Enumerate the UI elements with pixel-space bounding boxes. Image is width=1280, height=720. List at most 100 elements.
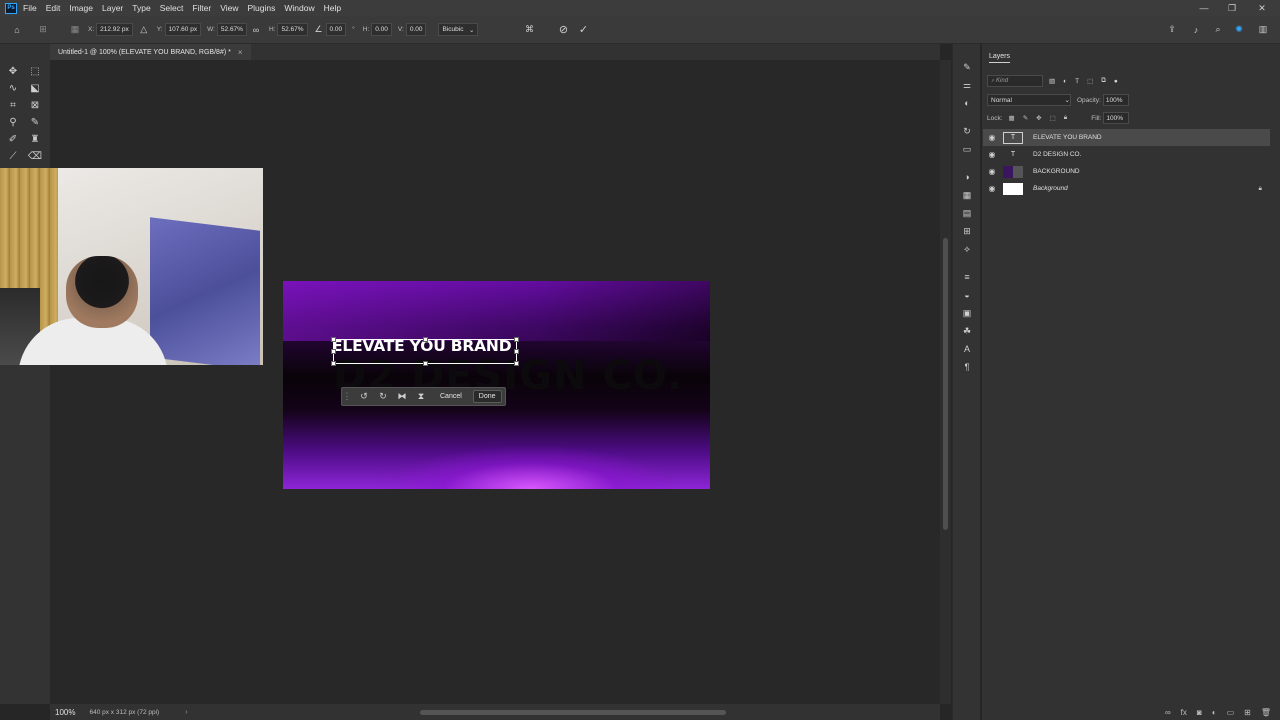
filter-pixel-icon[interactable]: ▧ (1049, 77, 1055, 85)
hskew-field[interactable]: 0.00 (371, 23, 392, 36)
color-panel-icon[interactable]: ◑ (960, 170, 974, 184)
rotate-left-icon[interactable]: ↺ (356, 389, 372, 405)
layer-row-elevate[interactable]: ◉ T ELEVATE YOU BRAND (983, 129, 1270, 146)
blend-mode-select[interactable]: Normal ⌄ (987, 94, 1071, 106)
new-group-icon[interactable]: ▭ (1227, 708, 1235, 717)
menu-help[interactable]: Help (324, 3, 341, 13)
restore-button[interactable]: ❐ (1218, 0, 1246, 16)
transform-handle[interactable] (331, 349, 336, 354)
eye-icon[interactable]: ◉ (983, 184, 1001, 193)
fill-field[interactable]: 100% (1103, 112, 1130, 124)
stamp-tool-icon[interactable]: ♜ (27, 131, 43, 147)
paragraph-icon[interactable]: ¶ (960, 360, 974, 374)
filter-toggle-icon[interactable]: ● (1114, 78, 1118, 85)
layer-name[interactable]: D2 DESIGN CO. (1033, 151, 1081, 158)
menu-select[interactable]: Select (160, 3, 184, 13)
h-field[interactable]: 52.67% (277, 23, 308, 36)
transform-handle[interactable] (514, 361, 519, 366)
delta-icon[interactable]: △ (137, 23, 151, 37)
interpolation-select[interactable]: Bicubic ⌄ (438, 23, 479, 36)
new-layer-icon[interactable]: ⊞ (1244, 708, 1251, 717)
libraries-icon[interactable]: ▣ (960, 306, 974, 320)
vskew-field[interactable]: 0.00 (405, 23, 427, 36)
minimize-button[interactable]: — (1190, 0, 1218, 16)
paths-icon[interactable]: ⟡ (960, 242, 974, 256)
comments-icon[interactable]: ▭ (960, 142, 974, 156)
history-icon[interactable]: ↻ (960, 124, 974, 138)
vertical-scrollbar[interactable] (940, 60, 951, 704)
warp-icon[interactable]: ⌘ (522, 23, 536, 37)
object-select-icon[interactable]: ⬕ (27, 80, 43, 96)
bell-icon[interactable]: ♪ (1189, 23, 1203, 37)
crop-tool-icon[interactable]: ⌗ (5, 97, 21, 113)
transform-bounding-box[interactable] (331, 337, 519, 366)
layer-name[interactable]: ELEVATE YOU BRAND (1033, 134, 1102, 141)
eraser-tool-icon[interactable]: ⌫ (27, 148, 43, 164)
done-button[interactable]: Done (472, 390, 502, 403)
home-icon[interactable]: ⌂ (10, 23, 24, 37)
rotate-right-icon[interactable]: ↻ (375, 389, 391, 405)
transform-handle[interactable] (514, 349, 519, 354)
w-field[interactable]: 52.67% (216, 23, 247, 36)
menu-layer[interactable]: Layer (102, 3, 123, 13)
cancel-circle-icon[interactable]: ⊘ (556, 23, 570, 37)
close-window-button[interactable]: ✕ (1248, 0, 1276, 16)
new-adjustment-icon[interactable]: ◐ (1212, 708, 1217, 717)
menu-plugins[interactable]: Plugins (247, 3, 275, 13)
eye-icon[interactable]: ◉ (983, 167, 1001, 176)
layer-name[interactable]: Background (1033, 185, 1068, 192)
layers-tab[interactable]: Layers (989, 53, 1011, 63)
transform-handle[interactable] (331, 337, 336, 342)
history-brush-icon[interactable]: ⟋ (5, 148, 21, 164)
filter-shape-icon[interactable]: ⬚ (1087, 77, 1093, 85)
lock-all-icon[interactable]: 🔒︎ (1064, 114, 1067, 122)
discover-icon[interactable]: ✺ (1232, 23, 1246, 37)
frame-tool-icon[interactable]: ⊠ (27, 97, 43, 113)
zoom-level[interactable]: 100% (55, 708, 75, 717)
check-icon[interactable]: ✓ (576, 23, 590, 37)
layer-row-d2[interactable]: ◉ T D2 DESIGN CO. (983, 146, 1270, 163)
status-arrow[interactable]: › (185, 709, 187, 716)
lock-icon[interactable]: 🔒︎ (1259, 185, 1262, 193)
reference-point-icon[interactable]: ▦ (68, 23, 82, 37)
artboard[interactable]: D2 DESIGN CO. ELEVATE YOU BRAND (283, 281, 710, 489)
swatches-icon[interactable]: ▦ (960, 188, 974, 202)
menu-file[interactable]: File (23, 3, 37, 13)
grip-icon[interactable]: ⋮ (342, 389, 352, 405)
vertical-scroll-thumb[interactable] (943, 238, 948, 530)
flip-vertical-icon[interactable]: ⧗ (413, 389, 429, 405)
y-field[interactable]: 107.60 px (164, 23, 202, 36)
x-field[interactable]: 212.92 px (96, 23, 133, 36)
channels-icon[interactable]: ☘ (960, 324, 974, 338)
healing-brush-icon[interactable]: ✎ (27, 114, 43, 130)
menu-filter[interactable]: Filter (192, 3, 211, 13)
transform-handle[interactable] (423, 361, 428, 366)
color-wheel-icon[interactable]: ◐ (960, 96, 974, 110)
share-icon[interactable]: ⇪ (1165, 23, 1179, 37)
filter-kind-select[interactable]: ⌕ Kind (987, 75, 1043, 87)
eye-icon[interactable]: ◉ (983, 133, 1001, 142)
opacity-field[interactable]: 100% (1102, 94, 1129, 106)
link-layers-icon[interactable]: ∞ (1165, 708, 1171, 717)
gradients-icon[interactable]: ▤ (960, 206, 974, 220)
menu-view[interactable]: View (220, 3, 238, 13)
mask-icon[interactable]: ◙ (1197, 708, 1202, 717)
menu-type[interactable]: Type (132, 3, 150, 13)
menu-image[interactable]: Image (69, 3, 93, 13)
filter-smart-icon[interactable]: ⧉ (1101, 77, 1106, 85)
workspace-icon[interactable]: ▥ (1256, 23, 1270, 37)
transform-handle[interactable] (423, 337, 428, 342)
delete-layer-icon[interactable]: 🗑︎ (1261, 708, 1271, 717)
eyedropper-icon[interactable]: ⚲ (5, 114, 21, 130)
adjustments-icon[interactable]: ⚌ (960, 78, 974, 92)
transform-handle[interactable] (514, 337, 519, 342)
fx-icon[interactable]: fx (1181, 708, 1187, 717)
link-icon[interactable]: ∞ (249, 23, 263, 37)
layer-row-background-group[interactable]: ◉ BACKGROUND (983, 163, 1270, 180)
layer-name[interactable]: BACKGROUND (1033, 168, 1080, 175)
transform-handle[interactable] (331, 361, 336, 366)
eye-icon[interactable]: ◉ (983, 150, 1001, 159)
adjustment-layers-icon[interactable]: ◒ (960, 288, 974, 302)
close-tab-icon[interactable]: × (238, 48, 243, 57)
menu-edit[interactable]: Edit (46, 3, 61, 13)
